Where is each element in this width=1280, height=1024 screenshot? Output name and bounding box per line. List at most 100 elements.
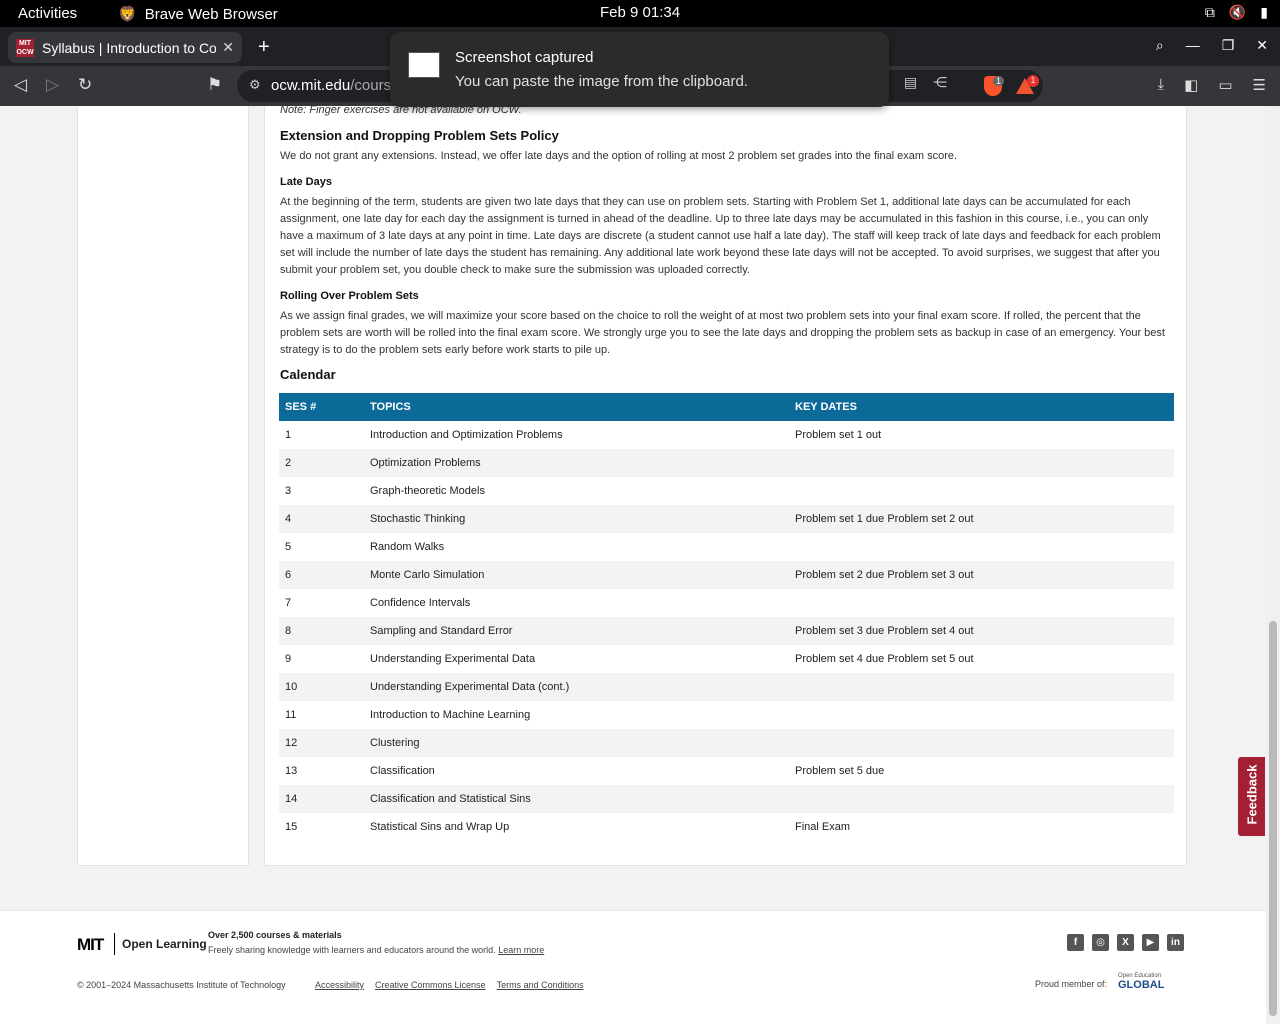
youtube-icon[interactable]: ▶ [1142, 934, 1159, 951]
scrollbar-thumb[interactable] [1269, 621, 1277, 1016]
topic: Understanding Experimental Data [370, 653, 536, 665]
facebook-icon[interactable]: f [1067, 934, 1084, 951]
social-links: f ◎ X ▶ in [1067, 934, 1184, 951]
new-tab-button[interactable]: + [258, 36, 270, 59]
url-host: ocw.mit.edu [271, 77, 351, 94]
site-footer: MIT Open Learning Over 2,500 courses & m… [0, 910, 1266, 1024]
session-number: 15 [285, 821, 298, 833]
table-row: 2 Optimization Problems [279, 449, 1174, 477]
calendar-table: SES # TOPICS KEY DATES 1 Introduction and… [279, 393, 1174, 841]
late-days-heading: Late Days [280, 176, 332, 188]
header-topics: TOPICS [364, 393, 789, 421]
activities-button[interactable]: Activities [18, 5, 77, 22]
key-date [789, 701, 1174, 729]
rolling-heading: Rolling Over Problem Sets [280, 290, 419, 302]
topic: Understanding Experimental Data (cont.) [364, 673, 789, 701]
app-menu[interactable]: 🦁 Brave Web Browser [118, 5, 278, 24]
reader-mode-icon[interactable]: ▤ [904, 74, 917, 91]
table-row: 6 Monte Carlo Simulation Problem set 2 due… [279, 561, 1174, 589]
back-icon[interactable]: ◁ [14, 75, 27, 95]
footer-tagline-text: Freely sharing knowledge with learners a… [208, 945, 496, 955]
key-date [789, 729, 1174, 757]
creative-commons-link[interactable]: Creative Commons License [375, 980, 486, 990]
session-number: 4 [279, 505, 364, 533]
key-date: Problem set 1 out [795, 429, 882, 441]
linkedin-icon[interactable]: in [1167, 934, 1184, 951]
topic: Introduction and Optimization Problems [370, 429, 563, 441]
page-scrollbar[interactable] [1266, 106, 1280, 1024]
feedback-tab[interactable]: Feedback [1238, 757, 1265, 836]
footer-tagline-bold: Over 2,500 courses & materials [208, 930, 342, 940]
tab-close-icon[interactable]: ✕ [222, 39, 234, 56]
instagram-icon[interactable]: ◎ [1092, 934, 1109, 951]
page-viewport: Note: Finger exercises are not available… [0, 104, 1266, 1024]
window-controls: ⌕ — ❐ ✕ [1156, 37, 1268, 54]
key-date: Problem set 4 due Problem set 5 out [795, 653, 974, 665]
session-number: 2 [279, 449, 364, 477]
tab-syllabus[interactable]: MIT OCW Syllabus | Introduction to Compu… [8, 32, 242, 63]
forward-icon[interactable]: ▷ [46, 75, 59, 95]
screenshot-notification[interactable]: Screenshot captured You can paste the im… [390, 32, 889, 107]
app-name: Brave Web Browser [144, 5, 278, 23]
session-number: 10 [279, 673, 364, 701]
footer-tagline: Freely sharing knowledge with learners a… [208, 945, 544, 955]
minimize-icon[interactable]: — [1186, 37, 1200, 54]
topic: Classification [370, 765, 435, 777]
sidebar-icon[interactable]: ◧ [1184, 76, 1198, 94]
table-row: 3 Graph-theoretic Models [279, 477, 1174, 505]
learn-more-link[interactable]: Learn more [498, 945, 544, 955]
session-number: 9 [285, 653, 292, 665]
header-ses: SES # [279, 393, 364, 421]
system-top-bar: Activities 🦁 Brave Web Browser Feb 9 01:… [0, 0, 1280, 27]
open-learning-logo[interactable]: Open Learning [114, 933, 207, 955]
key-date [789, 785, 1174, 813]
table-row: 11 Introduction to Machine Learning [279, 701, 1174, 729]
session-number: 1 [285, 429, 292, 441]
brave-lion-icon: 🦁 [118, 6, 137, 23]
calendar-header-row: SES # TOPICS KEY DATES [279, 393, 1174, 421]
session-number: 5 [285, 541, 292, 553]
left-sidebar [77, 106, 249, 866]
system-tray[interactable]: ⧉ 🔇 ▮ [1205, 4, 1268, 21]
terms-link[interactable]: Terms and Conditions [497, 980, 584, 990]
rolling-text: As we assign final grades, we will maxim… [280, 310, 1165, 356]
topic: Random Walks [370, 541, 445, 553]
copyright: © 2001–2024 Massachusetts Institute of T… [77, 980, 286, 990]
site-info-icon[interactable]: ⚙ [249, 77, 261, 93]
topic: Statistical Sins and Wrap Up [370, 821, 510, 833]
session-number: 13 [285, 765, 298, 777]
close-window-icon[interactable]: ✕ [1256, 37, 1268, 54]
share-icon[interactable]: ⋲ [933, 74, 947, 91]
menu-icon[interactable]: ☰ [1253, 76, 1266, 94]
session-number: 7 [285, 597, 292, 609]
topic: Optimization Problems [364, 449, 789, 477]
late-days-text: At the beginning of the term, students a… [280, 196, 1161, 276]
search-tabs-icon[interactable]: ⌕ [1156, 37, 1164, 54]
table-row: 4 Stochastic Thinking Problem set 1 due Pr… [279, 505, 1174, 533]
table-row: 13 Classification Problem set 5 due [279, 757, 1174, 785]
mit-logo[interactable]: MIT [77, 935, 104, 955]
bookmark-icon[interactable]: ⚑ [207, 75, 222, 95]
key-date [789, 673, 1174, 701]
x-icon[interactable]: X [1117, 934, 1134, 951]
topic: Stochastic Thinking [364, 505, 789, 533]
main-content: Note: Finger exercises are not available… [264, 104, 1187, 866]
toolbar-right-icons: ⤓ ◧ ▭ ☰ [1158, 76, 1266, 94]
extension-heading: Extension and Dropping Problem Sets Poli… [280, 128, 559, 143]
key-date: Problem set 3 due Problem set 4 out [789, 617, 1174, 645]
key-date: Problem set 2 due Problem set 3 out [789, 561, 1174, 589]
accessibility-link[interactable]: Accessibility [315, 980, 364, 990]
wallet-icon[interactable]: ▭ [1218, 76, 1232, 94]
maximize-icon[interactable]: ❐ [1222, 37, 1235, 54]
clock[interactable]: Feb 9 01:34 [600, 4, 680, 21]
key-date [789, 533, 1174, 561]
key-date [789, 477, 1174, 505]
downloads-icon[interactable]: ⤓ [1158, 76, 1165, 94]
key-date [789, 589, 1174, 617]
address-bar-actions: ⌕ ▤ ⋲ [880, 74, 947, 91]
screenshot-thumbnail [408, 52, 440, 78]
header-key-dates: KEY DATES [789, 393, 1174, 421]
open-education-global-logo[interactable]: Open Education GLOBAL [1118, 973, 1164, 991]
reload-icon[interactable]: ↻ [78, 75, 92, 95]
battery-icon: ▮ [1260, 4, 1268, 20]
